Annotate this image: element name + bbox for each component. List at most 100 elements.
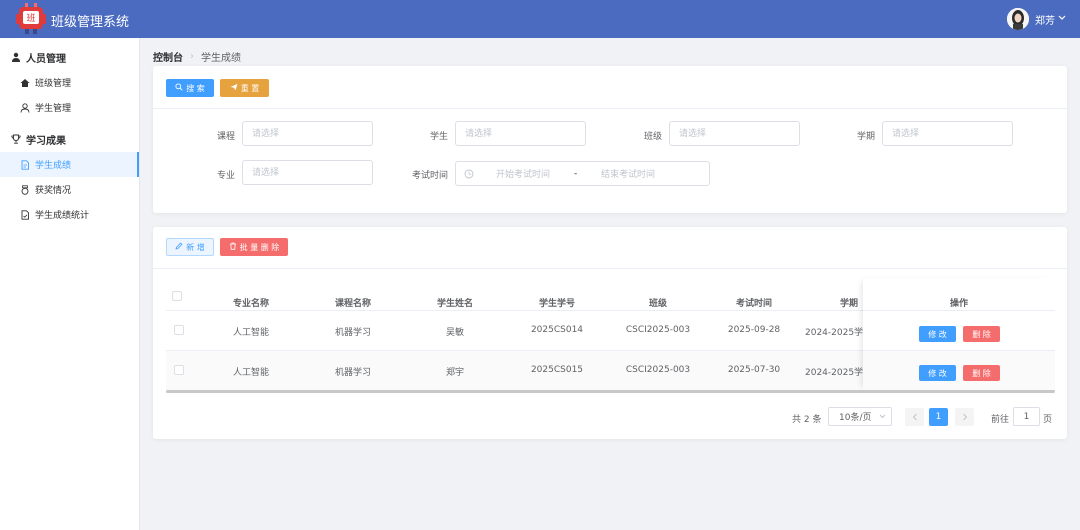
class-select[interactable] (669, 121, 800, 146)
cell-student: 郑宇 (445, 368, 465, 378)
edit-icon (175, 242, 183, 252)
exam-time-range-picker[interactable]: 开始考试时间 - 结束考试时间 (455, 161, 710, 186)
semester-label: 学期 (856, 132, 875, 142)
user-menu[interactable]: 郑芳 (1007, 8, 1066, 30)
sidebar-item-student-management[interactable]: 学生管理 (0, 95, 139, 120)
trash-icon (229, 242, 237, 252)
svg-text:班: 班 (26, 12, 35, 24)
chevron-down-icon (879, 412, 886, 421)
chevron-down-icon (1058, 14, 1066, 24)
sidebar-item-label: 学生成绩 (35, 161, 72, 171)
delete-button[interactable]: 删 除 (963, 326, 1000, 342)
column-header-student-id: 学生学号 (538, 299, 576, 309)
sidebar-group-personnel[interactable]: 人员管理 (0, 44, 139, 70)
clock-icon (464, 169, 474, 178)
student-label: 学生 (429, 132, 448, 142)
send-icon (230, 83, 238, 93)
app-title: 班级管理系统 (51, 15, 130, 30)
search-icon (175, 83, 183, 93)
divider (863, 310, 1055, 311)
medal-icon (20, 184, 30, 195)
table-row-highlight (863, 351, 1055, 390)
breadcrumb: 控制台 › 学生成绩 (153, 49, 241, 64)
chevron-left-icon (912, 413, 917, 421)
sidebar: 人员管理 班级管理 学生管理 学习成果 学生成绩 获奖情况 学生成绩统计 (0, 38, 140, 530)
cell-major: 人工智能 (232, 368, 270, 378)
home-icon (20, 78, 30, 88)
search-button[interactable]: 搜 索 (166, 79, 214, 97)
sidebar-group-label: 人员管理 (26, 53, 66, 65)
sidebar-item-student-scores[interactable]: 学生成绩 (0, 152, 139, 177)
column-header-semester: 学期 (839, 299, 859, 309)
major-select[interactable] (242, 160, 373, 185)
sidebar-group-label: 学习成果 (26, 135, 66, 147)
edit-button[interactable]: 修 改 (919, 365, 956, 381)
cell-class: CSCI2025-003 (625, 365, 691, 375)
next-page-button[interactable] (955, 408, 974, 426)
column-header-course: 课程名称 (334, 299, 372, 309)
cell-major: 人工智能 (232, 328, 270, 338)
page-size-select[interactable]: 10条/页 (828, 407, 892, 426)
class-label: 班级 (643, 132, 662, 142)
delete-button[interactable]: 删 除 (963, 365, 1000, 381)
exam-end-placeholder: 结束考试时间 (601, 170, 656, 180)
avatar (1007, 8, 1029, 30)
exam-time-label: 考试时间 (411, 171, 448, 181)
cell-class: CSCI2025-003 (625, 325, 691, 335)
exam-start-placeholder: 开始考试时间 (496, 170, 551, 180)
divider (153, 268, 1067, 269)
select-all-checkbox[interactable] (172, 291, 182, 301)
reset-button[interactable]: 重 置 (220, 79, 269, 97)
goto-page-input[interactable] (1013, 407, 1040, 426)
semester-select[interactable] (882, 121, 1013, 146)
column-header-exam-time: 考试时间 (735, 299, 773, 309)
horizontal-scrollbar[interactable] (166, 390, 1055, 393)
course-label: 课程 (216, 132, 235, 142)
goto-suffix: 页 (1043, 415, 1053, 425)
row-checkbox[interactable] (174, 325, 184, 335)
goto-prefix: 前往 (991, 415, 1010, 425)
row-checkbox[interactable] (174, 365, 184, 375)
cell-student-id: 2025CS014 (530, 325, 584, 335)
sidebar-item-score-statistics[interactable]: 学生成绩统计 (0, 202, 139, 227)
student-select[interactable] (455, 121, 586, 146)
page-number-1[interactable]: 1 (929, 408, 948, 426)
major-label: 专业 (216, 171, 235, 181)
user-name: 郑芳 (1035, 15, 1055, 27)
user-icon (10, 52, 21, 63)
batch-delete-button[interactable]: 批 量 删 除 (220, 238, 288, 256)
column-header-student: 学生姓名 (436, 299, 474, 309)
cell-course: 机器学习 (334, 328, 372, 338)
sidebar-item-awards[interactable]: 获奖情况 (0, 177, 139, 202)
cell-semester: 2024-2025学年 (805, 368, 873, 378)
chevron-right-icon: › (190, 51, 194, 62)
course-select[interactable] (242, 121, 373, 146)
sidebar-item-label: 班级管理 (35, 79, 72, 89)
robot-logo-icon: 班 (16, 3, 46, 34)
trophy-icon (10, 134, 21, 145)
edit-button[interactable]: 修 改 (919, 326, 956, 342)
divider (153, 108, 1067, 109)
user-outline-icon (20, 102, 30, 113)
sidebar-item-label: 学生成绩统计 (35, 211, 90, 221)
cell-semester: 2024-2025学年 (805, 328, 873, 338)
column-header-actions: 操作 (949, 299, 969, 309)
cell-student: 吴敏 (445, 328, 465, 338)
column-header-class: 班级 (648, 299, 668, 309)
cell-student-id: 2025CS015 (530, 365, 584, 375)
fixed-actions-column (863, 278, 1055, 390)
pagination-total: 共 2 条 (792, 415, 822, 425)
sidebar-item-class-management[interactable]: 班级管理 (0, 70, 139, 95)
breadcrumb-current: 学生成绩 (201, 53, 241, 64)
sidebar-group-learning[interactable]: 学习成果 (0, 126, 139, 152)
column-header-major: 专业名称 (232, 299, 270, 309)
prev-page-button[interactable] (905, 408, 924, 426)
add-button[interactable]: 新 增 (166, 238, 214, 256)
range-separator: - (574, 168, 578, 179)
document-icon (20, 159, 30, 170)
top-header: 班 班级管理系统 郑芳 (0, 0, 1080, 38)
cell-exam-time: 2025-07-30 (727, 365, 781, 375)
breadcrumb-root[interactable]: 控制台 (153, 49, 183, 64)
chevron-right-icon (962, 413, 967, 421)
cell-course: 机器学习 (334, 368, 372, 378)
